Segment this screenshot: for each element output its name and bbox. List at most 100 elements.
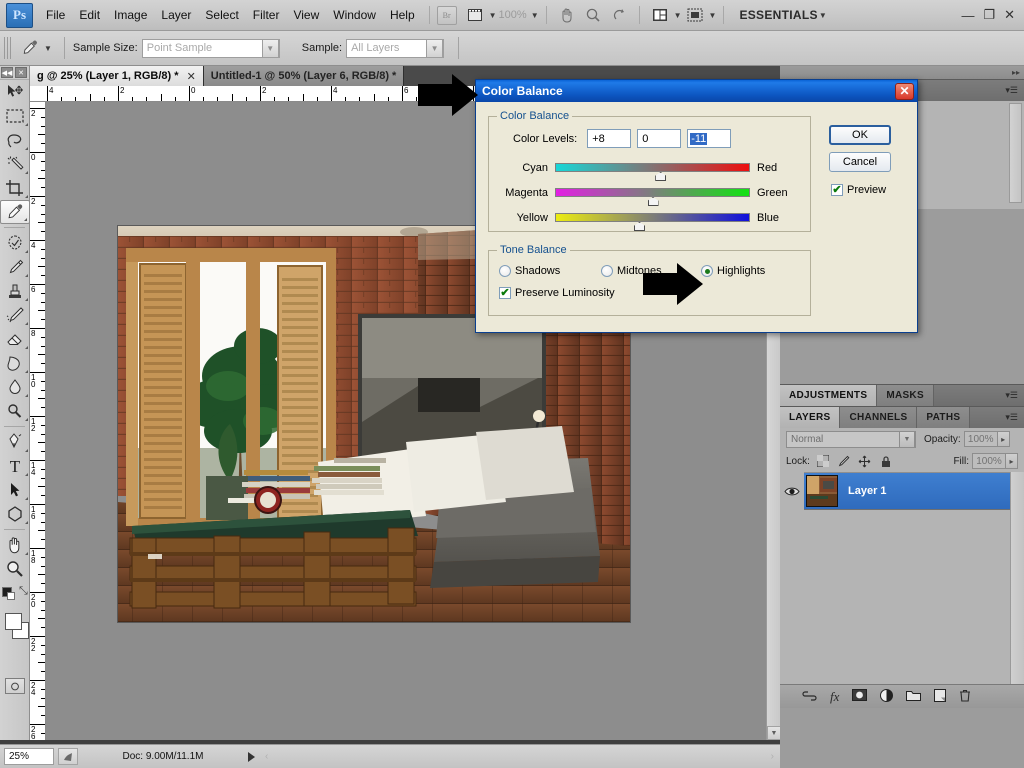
workspace-chevron-down-icon[interactable]: ▼: [819, 11, 827, 20]
cyan-red-slider-track[interactable]: [555, 163, 750, 172]
eyedropper-icon[interactable]: [17, 36, 43, 60]
document-tab-active[interactable]: g @ 25% (Layer 1, RGB/8) * ✕: [30, 66, 204, 86]
flyout-triangle-icon[interactable]: [25, 370, 28, 373]
toolbox-collapse-bar[interactable]: ◀◀ ✕: [0, 66, 29, 80]
flyout-triangle-icon[interactable]: [25, 195, 28, 198]
tool-blur[interactable]: [0, 375, 30, 399]
tool-path-selection[interactable]: [0, 478, 30, 502]
tool-move[interactable]: [0, 80, 30, 104]
restore-button[interactable]: ❐: [983, 7, 995, 23]
workspace-label[interactable]: ESSENTIALS: [739, 8, 817, 22]
flyout-triangle-icon[interactable]: [25, 552, 28, 555]
lock-all-icon[interactable]: [878, 453, 894, 469]
layer-style-fx-icon[interactable]: fx: [830, 689, 839, 705]
options-bar-grip[interactable]: [4, 37, 12, 59]
swatches-scrollbar[interactable]: [1009, 103, 1022, 203]
default-colors-bg-icon[interactable]: [7, 592, 15, 600]
magenta-green-slider-track[interactable]: [555, 188, 750, 197]
flyout-triangle-icon[interactable]: [25, 322, 28, 325]
adjustments-panel-menu-icon[interactable]: ▾☰: [999, 385, 1024, 406]
tool-shape[interactable]: [0, 502, 30, 526]
rotate-view-icon[interactable]: [608, 5, 630, 25]
delete-layer-icon[interactable]: [959, 689, 971, 705]
ok-button[interactable]: OK: [829, 125, 891, 145]
layer-visibility-toggle[interactable]: [780, 472, 804, 510]
menu-view[interactable]: View: [286, 4, 326, 26]
flyout-triangle-icon[interactable]: [25, 250, 28, 253]
flyout-triangle-icon[interactable]: [25, 394, 28, 397]
flyout-triangle-icon[interactable]: [25, 497, 28, 500]
tool-spot-healing-brush[interactable]: [0, 231, 30, 255]
swatches-panel-menu-icon[interactable]: ▾☰: [999, 80, 1024, 101]
sample-chevron-down-icon[interactable]: ▼: [426, 39, 443, 58]
document-tab-close-icon[interactable]: ✕: [187, 70, 196, 83]
close-icon[interactable]: ✕: [895, 83, 914, 100]
scroll-down-icon[interactable]: ▼: [767, 726, 781, 740]
color-level-input-3[interactable]: -11: [687, 129, 731, 148]
screen-mode-chevron-down-icon[interactable]: ▼: [709, 11, 717, 20]
tool-gradient[interactable]: [0, 351, 30, 375]
status-menu-triangle-icon[interactable]: [248, 752, 255, 762]
tab-masks[interactable]: MASKS: [877, 385, 934, 406]
layers-list[interactable]: Layer 1: [780, 472, 1024, 684]
dialog-title-bar[interactable]: Color Balance ✕: [476, 80, 917, 102]
tool-dodge[interactable]: [0, 399, 30, 423]
swap-colors-icon[interactable]: ⤡: [19, 585, 28, 598]
zoom-icon[interactable]: [582, 5, 604, 25]
checkbox-preview-icon[interactable]: ✔: [831, 184, 843, 196]
close-button[interactable]: ✕: [1004, 7, 1015, 23]
blend-mode-select[interactable]: Normal ▼: [786, 431, 916, 448]
tool-history-brush[interactable]: [0, 303, 30, 327]
flyout-triangle-icon[interactable]: [25, 123, 28, 126]
yellow-blue-slider-track[interactable]: [555, 213, 750, 222]
arrange-chevron-down-icon[interactable]: ▼: [674, 11, 682, 20]
flyout-triangle-icon[interactable]: [25, 346, 28, 349]
screen-mode-icon[interactable]: [684, 5, 706, 25]
add-layer-mask-icon[interactable]: [852, 689, 867, 704]
menu-file[interactable]: File: [39, 4, 72, 26]
lock-transparent-pixels-icon[interactable]: [815, 453, 831, 469]
tool-hand[interactable]: [0, 533, 30, 557]
menu-image[interactable]: Image: [107, 4, 154, 26]
magenta-green-slider-thumb[interactable]: [648, 197, 659, 206]
new-group-icon[interactable]: [906, 690, 921, 704]
yellow-blue-slider-thumb[interactable]: [634, 222, 645, 231]
document-tab-inactive[interactable]: Untitled-1 @ 50% (Layer 6, RGB/8) *: [204, 66, 405, 86]
preserve-luminosity-option[interactable]: ✔ Preserve Luminosity: [499, 287, 615, 299]
sample-size-select[interactable]: Point Sample ▼: [142, 39, 280, 58]
color-level-input-1[interactable]: +8: [587, 129, 631, 148]
menu-layer[interactable]: Layer: [154, 4, 198, 26]
layers-scrollbar[interactable]: [1010, 472, 1024, 684]
expand-panels-icon[interactable]: ▸▸: [1012, 68, 1020, 77]
tool-rectangular-marquee[interactable]: [0, 104, 30, 128]
flyout-triangle-icon[interactable]: [25, 418, 28, 421]
menu-filter[interactable]: Filter: [246, 4, 287, 26]
menu-window[interactable]: Window: [326, 4, 383, 26]
zoom-level-input[interactable]: 25%: [4, 748, 54, 765]
fill-input[interactable]: 100%: [972, 453, 1006, 469]
tab-layers[interactable]: LAYERS: [780, 407, 840, 428]
tab-paths[interactable]: PATHS: [917, 407, 970, 428]
status-scroll-left-icon[interactable]: ‹: [265, 751, 268, 762]
view-extras-icon[interactable]: [464, 5, 486, 25]
color-level-input-2[interactable]: 0: [637, 129, 681, 148]
tab-channels[interactable]: CHANNELS: [840, 407, 917, 428]
preview-option[interactable]: ✔ Preview: [831, 184, 886, 196]
opacity-input[interactable]: 100%: [964, 431, 998, 447]
launch-bridge-icon[interactable]: Br: [437, 6, 457, 25]
tool-clone-stamp[interactable]: [0, 279, 30, 303]
tool-brush[interactable]: [0, 255, 30, 279]
blend-mode-chevron-down-icon[interactable]: ▼: [899, 431, 915, 448]
tool-preset-chevron-down-icon[interactable]: ▼: [44, 44, 52, 53]
tool-type[interactable]: T: [0, 454, 30, 478]
foreground-color-swatch[interactable]: [5, 613, 22, 630]
table-row[interactable]: Layer 1: [780, 472, 1024, 510]
new-layer-icon[interactable]: [934, 689, 946, 705]
opacity-stepper-icon[interactable]: ▸: [998, 431, 1010, 447]
hand-icon[interactable]: [556, 5, 578, 25]
status-preview-icon[interactable]: [58, 748, 78, 765]
tool-pen[interactable]: [0, 430, 30, 454]
tone-shadows-option[interactable]: Shadows: [499, 265, 560, 277]
fill-stepper-icon[interactable]: ▸: [1006, 453, 1018, 469]
arrange-documents-icon[interactable]: [649, 5, 671, 25]
